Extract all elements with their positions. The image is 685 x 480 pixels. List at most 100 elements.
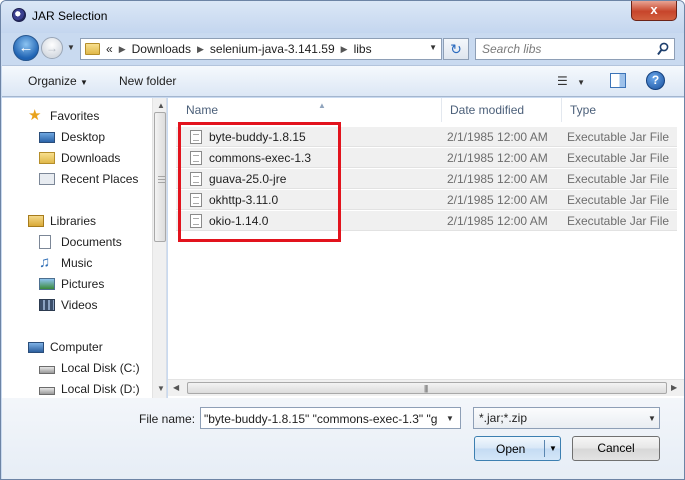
table-row[interactable]: guava-25.0-jre 2/1/1985 12:00 AM Executa… bbox=[176, 169, 677, 189]
chevron-down-icon[interactable]: ▼ bbox=[446, 414, 454, 423]
dialog-footer: File name: ▼ *.jar;*.zip ▼ Open ▼ Cancel bbox=[2, 398, 684, 479]
column-header-name[interactable]: Name ▲ bbox=[178, 98, 442, 122]
chevron-down-icon: ▼ bbox=[577, 78, 586, 87]
grip-icon: ||| bbox=[424, 384, 428, 393]
chevron-down-icon[interactable]: ▼ bbox=[549, 444, 557, 453]
nav-item-music[interactable]: ♫ Music bbox=[39, 254, 92, 272]
nav-computer[interactable]: Computer bbox=[28, 338, 103, 356]
file-type: Executable Jar File bbox=[567, 214, 670, 228]
split-divider bbox=[544, 440, 545, 457]
jar-file-icon bbox=[190, 151, 202, 165]
forward-button[interactable]: → bbox=[41, 37, 63, 59]
computer-icon bbox=[28, 341, 44, 353]
scroll-up-icon[interactable]: ▲ bbox=[157, 101, 165, 110]
nav-computer-label: Computer bbox=[50, 340, 103, 354]
nav-item-local-disk-d[interactable]: Local Disk (D:) bbox=[39, 380, 140, 398]
table-row[interactable]: okio-1.14.0 2/1/1985 12:00 AM Executable… bbox=[176, 211, 677, 231]
organize-button[interactable]: Organize ▼ bbox=[28, 74, 88, 88]
scroll-down-icon[interactable]: ▼ bbox=[157, 384, 165, 393]
nav-favorites[interactable]: ★ Favorites bbox=[28, 107, 99, 125]
refresh-button[interactable]: ↻ bbox=[443, 38, 469, 60]
new-folder-button[interactable]: New folder bbox=[119, 74, 176, 88]
desktop-icon bbox=[39, 131, 55, 143]
file-name: commons-exec-1.3 bbox=[209, 151, 312, 165]
nav-item-local-disk-c[interactable]: Local Disk (C:) bbox=[39, 359, 140, 377]
file-name: okio-1.14.0 bbox=[209, 214, 269, 228]
breadcrumb-libs[interactable]: libs bbox=[354, 42, 372, 56]
file-list-horizontal-scrollbar[interactable]: ◀ ||| ▶ bbox=[168, 379, 684, 396]
details-view-icon: ☰ bbox=[557, 74, 568, 88]
window-title: JAR Selection bbox=[32, 9, 108, 23]
search-input[interactable] bbox=[482, 42, 652, 56]
nav-item-label: Local Disk (D:) bbox=[61, 382, 140, 396]
scroll-right-icon[interactable]: ▶ bbox=[671, 383, 677, 392]
nav-item-label: Music bbox=[61, 256, 93, 270]
jar-selection-dialog: JAR Selection x ← → ▼ « ▶ Downloads ▶ se… bbox=[0, 0, 685, 480]
sort-ascending-icon: ▲ bbox=[318, 101, 326, 110]
pictures-icon bbox=[39, 278, 55, 290]
nav-item-videos[interactable]: Videos bbox=[39, 296, 97, 314]
search-box[interactable] bbox=[475, 38, 675, 60]
nav-libraries-label: Libraries bbox=[50, 214, 97, 228]
file-name-label: File name: bbox=[139, 412, 196, 426]
cancel-button[interactable]: Cancel bbox=[572, 436, 660, 461]
file-type-filter-select[interactable]: *.jar;*.zip ▼ bbox=[473, 407, 660, 429]
file-name-input[interactable] bbox=[204, 411, 440, 426]
nav-item-recent-places[interactable]: Recent Places bbox=[39, 170, 138, 188]
help-icon[interactable]: ? bbox=[646, 71, 665, 90]
open-button-label: Open bbox=[496, 442, 526, 456]
nav-item-downloads[interactable]: Downloads bbox=[39, 149, 120, 167]
nav-libraries[interactable]: Libraries bbox=[28, 212, 96, 230]
libraries-icon bbox=[28, 215, 44, 227]
nav-item-label: Downloads bbox=[61, 151, 121, 165]
nav-item-pictures[interactable]: Pictures bbox=[39, 275, 104, 293]
nav-item-documents[interactable]: Documents bbox=[39, 233, 122, 251]
file-date: 2/1/1985 12:00 AM bbox=[447, 193, 548, 207]
search-icon[interactable] bbox=[657, 42, 669, 56]
scrollbar-thumb[interactable]: — — — bbox=[154, 112, 166, 242]
back-button[interactable]: ← bbox=[13, 35, 39, 61]
jar-file-icon bbox=[190, 130, 202, 144]
breadcrumb-downloads[interactable]: Downloads bbox=[132, 42, 191, 56]
file-date: 2/1/1985 12:00 AM bbox=[447, 151, 548, 165]
nav-item-label: Local Disk (C:) bbox=[61, 361, 140, 375]
chevron-right-icon[interactable]: ▶ bbox=[341, 44, 348, 55]
recent-pages-dropdown[interactable]: ▼ bbox=[67, 43, 75, 52]
nav-item-label: Documents bbox=[61, 235, 122, 249]
file-name-combobox[interactable]: ▼ bbox=[200, 407, 461, 429]
grip-icon: — — — bbox=[158, 173, 165, 186]
nav-favorites-label: Favorites bbox=[50, 109, 100, 123]
nav-item-desktop[interactable]: Desktop bbox=[39, 128, 105, 146]
chevron-right-icon[interactable]: ▶ bbox=[197, 44, 204, 55]
jar-file-icon bbox=[190, 193, 202, 207]
title-bar[interactable]: JAR Selection x bbox=[1, 1, 684, 31]
recent-places-icon bbox=[39, 173, 55, 185]
close-button[interactable]: x bbox=[631, 1, 677, 21]
downloads-folder-icon bbox=[39, 152, 55, 164]
file-date: 2/1/1985 12:00 AM bbox=[447, 130, 548, 144]
chevron-down-icon[interactable]: ▼ bbox=[429, 43, 437, 52]
jar-file-icon bbox=[190, 172, 202, 186]
file-list: Name ▲ Date modified Type byte-buddy-1.8… bbox=[168, 98, 684, 398]
table-row[interactable]: okhttp-3.11.0 2/1/1985 12:00 AM Executab… bbox=[176, 190, 677, 210]
column-header-label: Name bbox=[186, 103, 219, 117]
chevron-down-icon: ▼ bbox=[80, 78, 88, 87]
breadcrumb-overflow[interactable]: « bbox=[106, 42, 113, 56]
nav-vertical-scrollbar[interactable]: ▲ — — — ▼ bbox=[152, 98, 166, 398]
table-row[interactable]: commons-exec-1.3 2/1/1985 12:00 AM Execu… bbox=[176, 148, 677, 168]
table-row[interactable]: byte-buddy-1.8.15 2/1/1985 12:00 AM Exec… bbox=[176, 127, 677, 147]
change-view-button[interactable]: ☰ ▼ bbox=[557, 74, 585, 88]
column-header-date[interactable]: Date modified bbox=[442, 98, 562, 122]
preview-pane-icon[interactable] bbox=[610, 73, 626, 88]
breadcrumb-selenium-java[interactable]: selenium-java-3.141.59 bbox=[210, 42, 335, 56]
file-name: guava-25.0-jre bbox=[209, 172, 287, 186]
open-button[interactable]: Open ▼ bbox=[474, 436, 561, 461]
music-icon: ♫ bbox=[39, 254, 51, 271]
scroll-left-icon[interactable]: ◀ bbox=[173, 383, 179, 392]
file-date: 2/1/1985 12:00 AM bbox=[447, 172, 548, 186]
address-bar[interactable]: « ▶ Downloads ▶ selenium-java-3.141.59 ▶… bbox=[80, 38, 442, 60]
file-type-filter-value: *.jar;*.zip bbox=[479, 411, 528, 425]
column-header-type[interactable]: Type bbox=[562, 98, 684, 122]
eclipse-icon bbox=[12, 8, 26, 22]
scrollbar-thumb[interactable]: ||| bbox=[187, 382, 667, 394]
